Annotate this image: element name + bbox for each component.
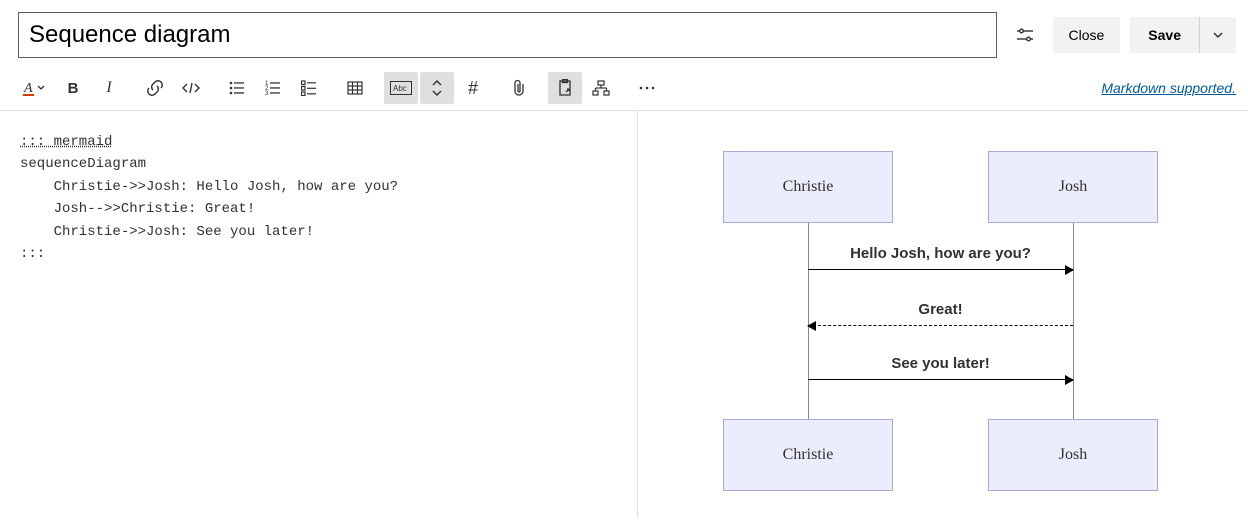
table-button[interactable] (338, 72, 372, 104)
heading-button[interactable]: # (456, 72, 490, 104)
arrowhead-left-icon (807, 321, 816, 331)
code-line: ::: mermaid (20, 134, 112, 150)
code-line: Josh-->>Christie: Great! (20, 201, 255, 217)
toolbar: A B I 123 Abc (12, 72, 664, 104)
code-line: sequenceDiagram (20, 156, 146, 172)
bold-button[interactable]: B (56, 72, 90, 104)
message-arrow-3 (808, 379, 1073, 380)
font-color-button[interactable]: A (12, 72, 54, 104)
close-button[interactable]: Close (1053, 17, 1121, 53)
code-line: ::: (20, 246, 45, 262)
diagram-preview-pane: Christie Josh Hello Josh, how are you? G… (638, 111, 1248, 518)
svg-text:A: A (23, 81, 33, 96)
editor-body: ::: mermaid sequenceDiagram Christie->>J… (0, 111, 1248, 518)
clipboard-button[interactable] (548, 72, 582, 104)
message-label-3: See you later! (808, 355, 1073, 372)
header-bar: Close Save (0, 0, 1248, 68)
settings-icon[interactable] (1007, 17, 1043, 53)
svg-text:3: 3 (265, 91, 269, 96)
bullet-list-button[interactable] (220, 72, 254, 104)
checklist-button[interactable] (292, 72, 326, 104)
title-input[interactable] (18, 12, 997, 58)
more-button[interactable] (630, 72, 664, 104)
code-button[interactable] (174, 72, 208, 104)
message-arrow-2 (808, 325, 1073, 326)
svg-text:Abc: Abc (393, 84, 407, 93)
hierarchy-button[interactable] (584, 72, 618, 104)
numbered-list-button[interactable]: 123 (256, 72, 290, 104)
save-dropdown-button[interactable] (1200, 17, 1236, 53)
message-label-2: Great! (808, 301, 1073, 318)
save-button-group: Save (1130, 17, 1236, 53)
expand-collapse-button[interactable] (420, 72, 454, 104)
link-button[interactable] (138, 72, 172, 104)
save-button[interactable]: Save (1130, 17, 1200, 53)
abc-button[interactable]: Abc (384, 72, 418, 104)
chevron-down-icon (1212, 29, 1224, 41)
arrowhead-right-icon (1065, 375, 1074, 385)
participant-box-top-right: Josh (988, 151, 1158, 223)
participant-box-bottom-left: Christie (723, 419, 893, 491)
attachment-button[interactable] (502, 72, 536, 104)
arrowhead-right-icon (1065, 265, 1074, 275)
italic-button[interactable]: I (92, 72, 126, 104)
toolbar-row: A B I 123 Abc (0, 68, 1248, 110)
markdown-supported-link[interactable]: Markdown supported. (1101, 80, 1236, 96)
code-line: Christie->>Josh: See you later! (20, 224, 314, 240)
participant-box-top-left: Christie (723, 151, 893, 223)
code-line: Christie->>Josh: Hello Josh, how are you… (20, 179, 398, 195)
message-label-1: Hello Josh, how are you? (808, 245, 1073, 262)
markdown-source-pane[interactable]: ::: mermaid sequenceDiagram Christie->>J… (0, 111, 638, 518)
lifeline-right (1073, 223, 1074, 419)
message-arrow-1 (808, 269, 1073, 270)
participant-box-bottom-right: Josh (988, 419, 1158, 491)
